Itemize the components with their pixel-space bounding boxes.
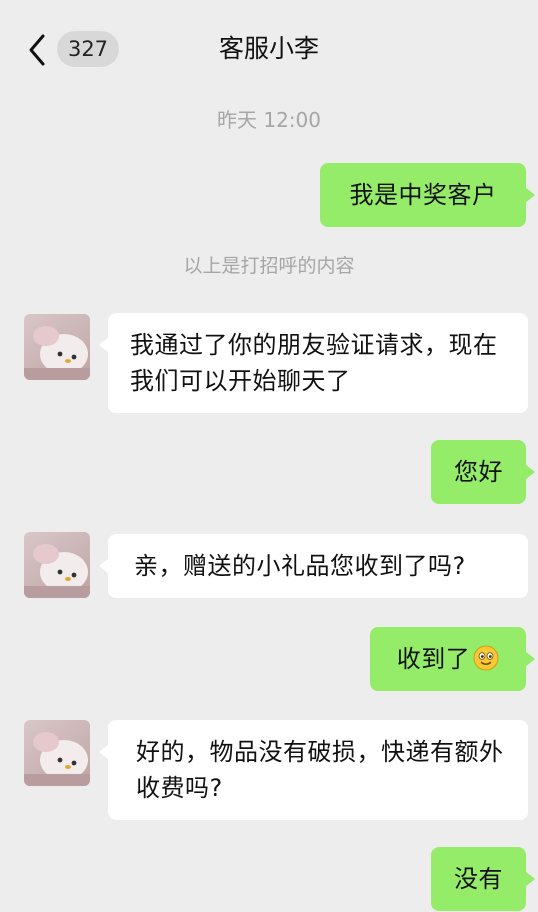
outgoing-message-bubble[interactable]: 您好: [431, 440, 535, 504]
chat-header: 327 客服小李: [0, 0, 538, 98]
message-text: 我是中奖客户: [349, 181, 497, 209]
contact-avatar[interactable]: [24, 314, 90, 380]
incoming-message-bubble[interactable]: 亲，赠送的小礼品您收到了吗?: [99, 534, 528, 598]
timestamp-label: 昨天 12:00: [217, 108, 321, 132]
message-text: 好的，物品没有破损，快递有额外收费吗?: [136, 738, 504, 802]
message-text: 亲，赠送的小礼品您收到了吗?: [134, 552, 466, 580]
contact-avatar[interactable]: [24, 532, 90, 598]
contact-avatar[interactable]: [24, 720, 90, 786]
message-text: 收到了: [396, 645, 471, 673]
message-text: 您好: [454, 458, 503, 486]
outgoing-message-bubble[interactable]: 我是中奖客户: [320, 163, 535, 227]
incoming-message-bubble[interactable]: 我通过了你的朋友验证请求，现在我们可以开始聊天了: [99, 313, 528, 413]
outgoing-message-bubble[interactable]: 收到了: [370, 627, 535, 691]
chat-title: 客服小李: [218, 34, 319, 63]
incoming-message-bubble[interactable]: 好的，物品没有破损，快递有额外收费吗?: [99, 720, 528, 820]
outgoing-message-bubble[interactable]: 没有: [431, 847, 535, 911]
message-text: 我通过了你的朋友验证请求，现在我们可以开始聊天了: [130, 331, 498, 395]
system-note: 以上是打招呼的内容: [183, 255, 355, 277]
message-text: 没有: [454, 865, 503, 893]
smile-emoji-icon: [473, 645, 499, 671]
